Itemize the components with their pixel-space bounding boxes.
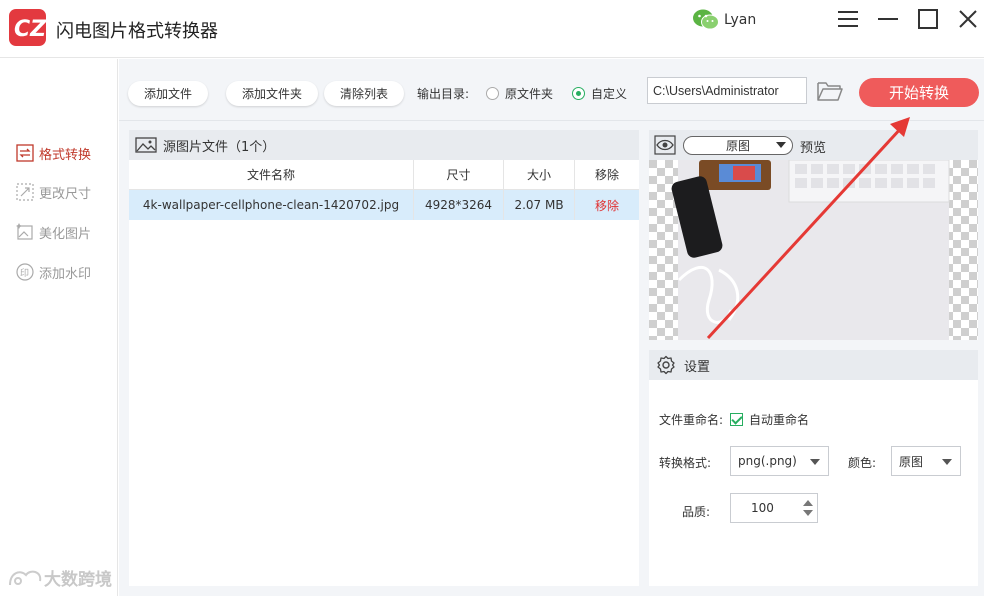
eye-icon: [654, 135, 676, 155]
auto-rename-checkbox[interactable]: 自动重命名: [730, 411, 809, 428]
watermark-icon: [9, 570, 42, 585]
source-files-header: 源图片文件（1个）: [129, 130, 639, 160]
format-label: 转换格式:: [659, 456, 712, 470]
close-icon[interactable]: [955, 6, 981, 32]
watermark-stamp-icon: 印: [16, 263, 34, 281]
start-convert-button[interactable]: 开始转换: [859, 78, 979, 107]
toolbar: 添加文件 添加文件夹 清除列表 输出目录: 原文件夹 自定义 开始转换: [119, 59, 984, 121]
sidebar: 格式转换 更改尺寸 美化图片 印 添加水印: [0, 59, 118, 596]
chevron-down-icon: [942, 459, 952, 465]
table-row[interactable]: 4k-wallpaper-cellphone-clean-1420702.jpg…: [129, 190, 639, 220]
sidebar-item-resize[interactable]: 更改尺寸: [16, 181, 91, 203]
add-folder-button[interactable]: 添加文件夹: [226, 81, 319, 106]
convert-icon: [16, 144, 34, 162]
preview-mode-value: 原图: [725, 139, 750, 153]
sidebar-item-format-convert[interactable]: 格式转换: [16, 142, 91, 164]
watermark-logo: 大数跨境: [8, 565, 112, 590]
watermark-text: 大数跨境: [44, 570, 112, 590]
rename-label: 文件重命名:: [659, 413, 724, 427]
output-path-input[interactable]: [647, 77, 807, 104]
column-header-remove: 移除: [575, 160, 639, 190]
user-name: Lyan: [724, 12, 757, 28]
stepper-up-icon[interactable]: [803, 500, 813, 506]
title-bar: CZ 闪电图片格式转换器 Lyan: [0, 0, 984, 58]
source-files-title: 源图片文件（1个）: [163, 139, 276, 155]
chevron-down-icon: [810, 459, 820, 465]
settings-header: 设置: [649, 350, 978, 380]
add-file-button[interactable]: 添加文件: [128, 81, 209, 106]
svg-text:印: 印: [20, 267, 29, 279]
stepper-down-icon[interactable]: [803, 510, 813, 516]
color-value: 原图: [899, 454, 924, 469]
app-logo: CZ: [9, 9, 47, 46]
color-label: 颜色:: [848, 456, 877, 470]
preview-image: [649, 160, 978, 340]
quality-value: 100: [751, 501, 774, 515]
wechat-icon: [693, 9, 719, 30]
sidebar-item-label: 美化图片: [39, 226, 92, 242]
maximize-icon[interactable]: [915, 6, 941, 32]
sidebar-item-label: 更改尺寸: [39, 186, 92, 202]
cell-dimensions: 4928*3264: [414, 190, 504, 220]
preview-mode-select[interactable]: 原图: [683, 136, 793, 155]
app-title: 闪电图片格式转换器: [56, 21, 218, 42]
sidebar-item-watermark[interactable]: 印 添加水印: [16, 261, 91, 283]
settings-panel: 设置 文件重命名: 自动重命名 转换格式: png(.png) 颜色: 原图 品…: [649, 350, 978, 586]
checkbox-checked-icon: [730, 413, 743, 426]
folder-open-icon[interactable]: [816, 79, 844, 103]
sidebar-item-label: 格式转换: [39, 147, 92, 163]
format-value: png(.png): [738, 454, 797, 468]
gear-icon: [656, 355, 676, 375]
radio-icon: [486, 87, 499, 100]
quality-stepper[interactable]: 100: [730, 493, 818, 523]
cell-filename: 4k-wallpaper-cellphone-clean-1420702.jpg: [129, 190, 414, 220]
resize-icon: [16, 183, 34, 201]
auto-rename-label: 自动重命名: [749, 413, 810, 427]
chevron-down-icon: [776, 142, 786, 148]
user-account[interactable]: Lyan: [692, 6, 756, 34]
radio-label: 自定义: [591, 87, 628, 101]
quality-label: 品质:: [682, 505, 711, 519]
sidebar-item-beautify[interactable]: 美化图片: [16, 221, 91, 243]
clear-list-button[interactable]: 清除列表: [324, 81, 405, 106]
radio-selected-icon: [572, 87, 585, 100]
color-select[interactable]: 原图: [891, 446, 961, 476]
sidebar-item-label: 添加水印: [39, 266, 92, 282]
beautify-icon: [16, 223, 34, 241]
radio-custom-folder[interactable]: 自定义: [572, 85, 627, 102]
svg-text:CZ: CZ: [14, 17, 46, 42]
preview-panel: 原图 预览: [649, 130, 978, 340]
minimize-icon[interactable]: [875, 6, 901, 32]
settings-title: 设置: [684, 359, 711, 375]
radio-original-folder[interactable]: 原文件夹: [486, 85, 553, 102]
radio-label: 原文件夹: [505, 87, 554, 101]
preview-label: 预览: [800, 141, 827, 156]
column-header-size[interactable]: 大小: [504, 160, 575, 190]
source-files-panel: 源图片文件（1个） 文件名称 尺寸 大小 移除 4k-wallpaper-cel…: [129, 130, 639, 586]
column-header-filename[interactable]: 文件名称: [129, 160, 414, 190]
remove-link[interactable]: 移除: [575, 190, 639, 220]
menu-icon[interactable]: [835, 6, 861, 32]
image-icon: [135, 137, 157, 153]
output-dir-label: 输出目录:: [417, 87, 470, 101]
cell-filesize: 2.07 MB: [504, 190, 575, 220]
main-area: 添加文件 添加文件夹 清除列表 输出目录: 原文件夹 自定义 开始转换 源图片文…: [119, 59, 984, 596]
format-select[interactable]: png(.png): [730, 446, 829, 476]
preview-header: 原图 预览: [649, 130, 978, 160]
column-header-dimensions[interactable]: 尺寸: [414, 160, 504, 190]
